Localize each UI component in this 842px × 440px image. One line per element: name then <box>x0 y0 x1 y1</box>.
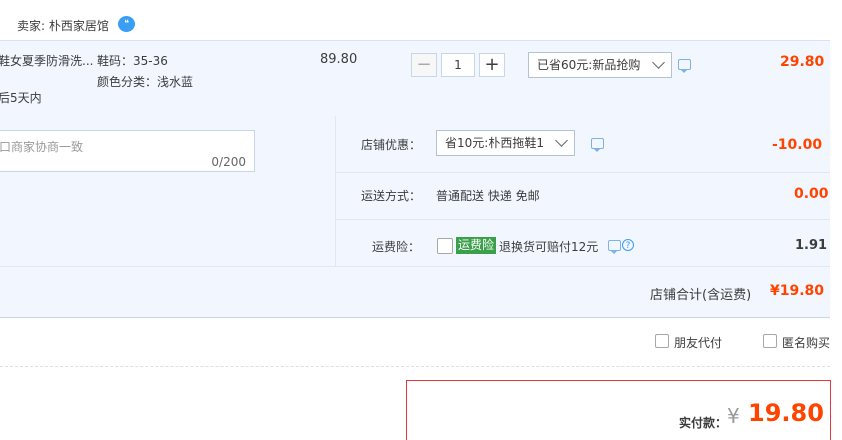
memo-char-counter: 0/200 <box>211 155 246 169</box>
item-title[interactable]: 鞋女夏季防滑洗... <box>0 52 93 69</box>
insurance-amount: 1.91 <box>795 238 828 253</box>
item-subtotal: 29.80 <box>780 54 825 70</box>
shop-total-label: 店铺合计(含运费) <box>650 288 752 303</box>
memo-placeholder: 口商家协商一致 <box>0 140 84 154</box>
quantity-decrease-button[interactable]: − <box>411 53 437 77</box>
item-color: 颜色分类：浅水蓝 <box>97 75 194 89</box>
payment-amount: 19.80 <box>748 399 824 427</box>
seller-memo-input[interactable]: 口商家协商一致 0/200 <box>0 130 255 172</box>
insurance-label: 运费险： <box>372 240 421 254</box>
item-unit-price: 89.80 <box>320 52 358 67</box>
insurance-checkbox[interactable] <box>437 238 453 254</box>
item-delivery-time: 后5天内 <box>0 91 42 105</box>
payment-label: 实付款： <box>679 416 728 430</box>
message-icon[interactable] <box>591 138 604 152</box>
promo-select-value: 已省60元:新品抢购 <box>537 58 641 72</box>
anonymous-label[interactable]: 匿名购买 <box>782 334 830 351</box>
divider <box>335 116 336 266</box>
friend-pay-checkbox[interactable] <box>655 334 669 348</box>
promo-select[interactable]: 已省60元:新品抢购 <box>528 52 672 78</box>
quantity-increase-button[interactable]: + <box>479 53 505 77</box>
insurance-description: 退换货可赔付12元 <box>499 240 599 254</box>
shop-discount-label: 店铺优惠： <box>361 138 422 152</box>
quantity-input[interactable]: 1 <box>441 53 475 77</box>
divider <box>0 366 830 367</box>
friend-pay-label[interactable]: 朋友代付 <box>674 334 722 351</box>
message-icon[interactable] <box>608 240 621 254</box>
chevron-down-icon <box>555 134 568 147</box>
shop-discount-select-value: 省10元:朴西拖鞋1 <box>445 136 544 150</box>
shop-total-amount: ¥19.80 <box>770 283 825 299</box>
shop-discount-amount: -10.00 <box>772 137 823 153</box>
divider <box>336 172 830 173</box>
help-icon[interactable]: ? <box>622 239 634 251</box>
shipping-method: 普通配送 快递 免邮 <box>436 189 540 203</box>
item-size: 鞋码：35-36 <box>97 54 168 68</box>
divider <box>336 219 830 220</box>
message-icon[interactable] <box>678 59 691 73</box>
shipping-label: 运送方式： <box>361 189 422 203</box>
seller-name[interactable]: 卖家: 朴西家居馆 <box>17 17 109 34</box>
payment-currency: ¥ <box>727 404 740 428</box>
anonymous-checkbox[interactable] <box>763 334 777 348</box>
chat-bubble-icon[interactable]: ❝ <box>118 16 135 32</box>
chevron-down-icon <box>652 56 665 69</box>
shipping-amount: 0.00 <box>794 186 829 202</box>
insurance-badge: 运费险 <box>456 237 497 254</box>
shop-discount-select[interactable]: 省10元:朴西拖鞋1 <box>436 130 575 156</box>
